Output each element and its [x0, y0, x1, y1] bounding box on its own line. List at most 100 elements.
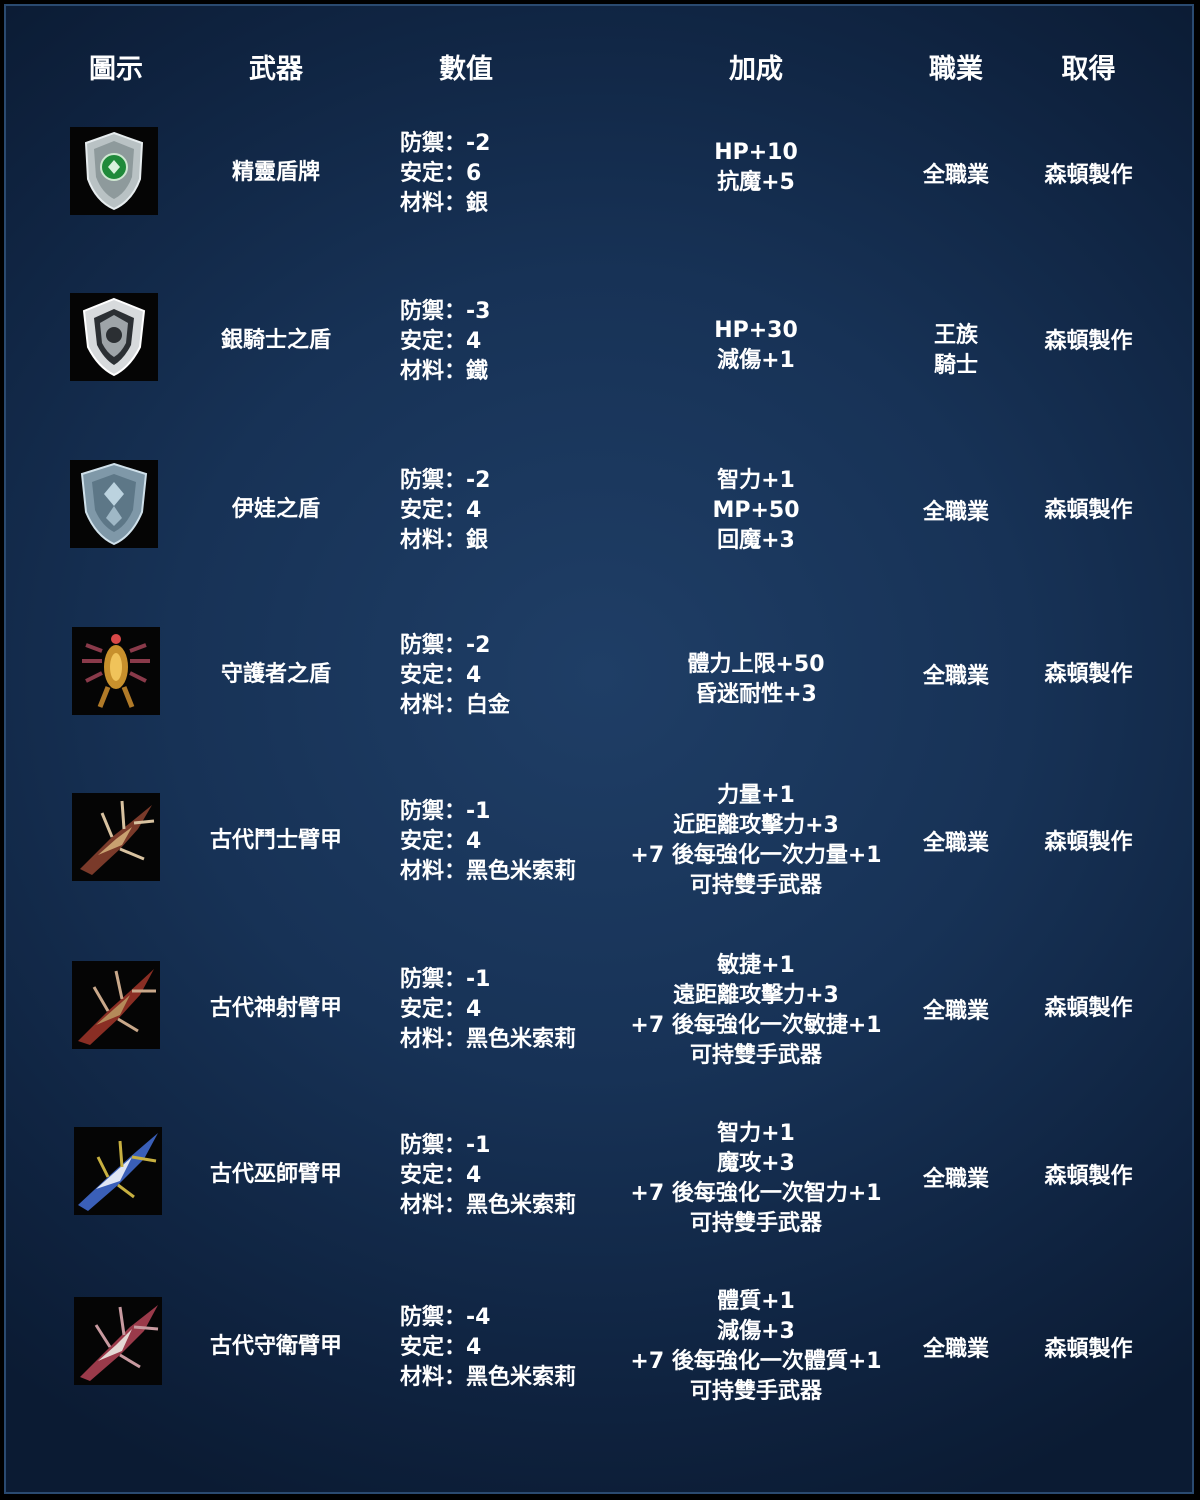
stat-defense: 防禦：-1 — [400, 1133, 491, 1158]
ancient-archer-armguard-icon — [72, 961, 160, 1049]
item-stats: 防禦：-2 安定：4 材料：銀 — [400, 466, 610, 556]
class-line: 全職業 — [922, 831, 989, 856]
table-row: 古代神射臂甲 防禦：-1 安定：4 材料：黑色米索莉 敏捷+1 遠距離攻擊力+3… — [6, 927, 1196, 1093]
item-name: 伊娃之盾 — [231, 497, 320, 522]
stat-safety: 安定：4 — [400, 997, 482, 1022]
stat-material: 材料：銀 — [400, 191, 489, 216]
class-line: 全職業 — [922, 999, 989, 1024]
table-row: 銀騎士之盾 防禦：-3 安定：4 材料：鐵 HP+30 減傷+1 王族 騎士 森… — [6, 259, 1196, 425]
bonus-line: 昏迷耐性+3 — [695, 682, 817, 707]
item-stats: 防禦：-2 安定：6 材料：銀 — [400, 129, 610, 219]
item-table-panel: 圖示 武器 數值 加成 職業 取得 精靈盾牌 防禦：-2 安定：6 材料：銀 H… — [4, 4, 1194, 1494]
bonus-line: 智力+1 — [717, 468, 795, 493]
bonus-line: MP+50 — [712, 498, 800, 523]
guardian-shield-icon — [72, 627, 160, 715]
item-bonus: 智力+1 MP+50 回魔+3 — [606, 466, 906, 556]
bonus-line: +7 後每強化一次體質+1 — [630, 1349, 882, 1374]
table-row: 精靈盾牌 防禦：-2 安定：6 材料：銀 HP+10 抗魔+5 全職業 森頓製作 — [6, 93, 1196, 259]
stat-defense: 防禦：-3 — [400, 299, 491, 324]
table-row: 守護者之盾 防禦：-2 安定：4 材料：白金 體力上限+50 昏迷耐性+3 全職… — [6, 593, 1196, 759]
stat-safety: 安定：4 — [400, 1335, 482, 1360]
stat-material: 材料：鐵 — [400, 359, 489, 384]
stat-safety: 安定：4 — [400, 663, 482, 688]
class-line: 騎士 — [933, 353, 978, 378]
silver-knight-shield-icon — [70, 293, 158, 381]
bonus-line: 遠距離攻擊力+3 — [673, 983, 839, 1008]
item-stats: 防禦：-3 安定：4 材料：鐵 — [400, 297, 610, 387]
item-obtain: 森頓製作 — [1044, 662, 1133, 687]
item-name: 守護者之盾 — [220, 662, 331, 687]
bonus-line: 回魔+3 — [717, 528, 795, 553]
bonus-line: 近距離攻擊力+3 — [673, 813, 839, 838]
stat-material: 材料：黑色米索莉 — [400, 1027, 577, 1052]
table-row: 古代守衛臂甲 防禦：-4 安定：4 材料：黑色米索莉 體質+1 減傷+3 +7 … — [6, 1261, 1196, 1427]
header-value: 數值 — [439, 54, 493, 85]
stat-safety: 安定：6 — [400, 161, 482, 186]
class-line: 全職業 — [922, 664, 989, 689]
item-stats: 防禦：-2 安定：4 材料：白金 — [400, 631, 610, 721]
ancient-mage-armguard-icon — [74, 1127, 162, 1215]
item-name: 古代神射臂甲 — [209, 996, 342, 1021]
bonus-line: 抗魔+5 — [717, 170, 795, 195]
header-class: 職業 — [929, 54, 983, 85]
item-name: 古代守衛臂甲 — [209, 1334, 342, 1359]
stat-defense: 防禦：-2 — [400, 633, 491, 658]
elven-shield-icon — [70, 127, 158, 215]
stat-defense: 防禦：-4 — [400, 1305, 491, 1330]
bonus-line: 力量+1 — [717, 783, 795, 808]
class-line: 王族 — [933, 323, 978, 348]
stat-material: 材料：黑色米索莉 — [400, 859, 577, 884]
stat-safety: 安定：4 — [400, 329, 482, 354]
bonus-line: 可持雙手武器 — [689, 873, 822, 898]
class-line: 全職業 — [922, 500, 989, 525]
item-bonus: 體力上限+50 昏迷耐性+3 — [606, 650, 906, 710]
bonus-line: HP+10 — [714, 140, 798, 165]
item-class: 全職業 — [896, 662, 1016, 692]
bonus-line: 減傷+1 — [717, 348, 795, 373]
item-bonus: 力量+1 近距離攻擊力+3 +7 後每強化一次力量+1 可持雙手武器 — [606, 781, 906, 901]
bonus-line: 敏捷+1 — [717, 953, 795, 978]
stat-defense: 防禦：-2 — [400, 131, 491, 156]
bonus-line: 體質+1 — [717, 1289, 795, 1314]
bonus-line: 減傷+3 — [717, 1319, 795, 1344]
table-row: 古代巫師臂甲 防禦：-1 安定：4 材料：黑色米索莉 智力+1 魔攻+3 +7 … — [6, 1093, 1196, 1259]
item-bonus: HP+10 抗魔+5 — [606, 138, 906, 198]
bonus-line: 可持雙手武器 — [689, 1379, 822, 1404]
table-row: 伊娃之盾 防禦：-2 安定：4 材料：銀 智力+1 MP+50 回魔+3 全職業… — [6, 426, 1196, 592]
item-bonus: 敏捷+1 遠距離攻擊力+3 +7 後每強化一次敏捷+1 可持雙手武器 — [606, 951, 906, 1071]
class-line: 全職業 — [922, 1337, 989, 1362]
bonus-line: 魔攻+3 — [717, 1151, 795, 1176]
item-obtain: 森頓製作 — [1044, 1164, 1133, 1189]
bonus-line: +7 後每強化一次智力+1 — [630, 1181, 882, 1206]
item-name: 精靈盾牌 — [231, 160, 320, 185]
bonus-line: 可持雙手武器 — [689, 1211, 822, 1236]
item-obtain: 森頓製作 — [1044, 329, 1133, 354]
bonus-line: HP+30 — [714, 318, 798, 343]
item-stats: 防禦：-1 安定：4 材料：黑色米索莉 — [400, 965, 610, 1055]
stat-safety: 安定：4 — [400, 1163, 482, 1188]
item-stats: 防禦：-4 安定：4 材料：黑色米索莉 — [400, 1303, 610, 1393]
stat-material: 材料：銀 — [400, 528, 489, 553]
stat-material: 材料：黑色米索莉 — [400, 1365, 577, 1390]
item-class: 王族 騎士 — [896, 321, 1016, 381]
ancient-guardian-armguard-icon — [74, 1297, 162, 1385]
stat-safety: 安定：4 — [400, 498, 482, 523]
item-obtain: 森頓製作 — [1044, 996, 1133, 1021]
item-name: 古代鬥士臂甲 — [209, 828, 342, 853]
item-class: 全職業 — [896, 161, 1016, 191]
header-obtain: 取得 — [1061, 54, 1116, 85]
item-bonus: HP+30 減傷+1 — [606, 316, 906, 376]
header-bonus: 加成 — [729, 54, 783, 85]
class-line: 全職業 — [922, 1167, 989, 1192]
item-name: 銀騎士之盾 — [220, 328, 331, 353]
stat-defense: 防禦：-2 — [400, 468, 491, 493]
item-stats: 防禦：-1 安定：4 材料：黑色米索莉 — [400, 1131, 610, 1221]
header-icon: 圖示 — [89, 54, 143, 85]
item-obtain: 森頓製作 — [1044, 163, 1133, 188]
eva-shield-icon — [70, 460, 158, 548]
stat-material: 材料：黑色米索莉 — [400, 1193, 577, 1218]
stat-material: 材料：白金 — [400, 693, 511, 718]
item-obtain: 森頓製作 — [1044, 498, 1133, 523]
header-weapon: 武器 — [249, 54, 303, 85]
item-bonus: 智力+1 魔攻+3 +7 後每強化一次智力+1 可持雙手武器 — [606, 1119, 906, 1239]
